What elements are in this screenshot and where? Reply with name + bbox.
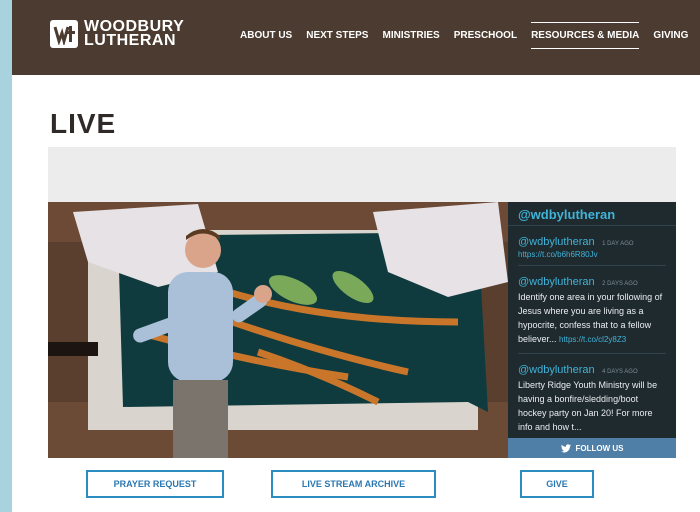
nav-about-us[interactable]: ABOUT US	[240, 30, 292, 41]
logo-icon	[50, 20, 78, 48]
nav-preschool[interactable]: PRESCHOOL	[454, 30, 517, 41]
page: WOODBURY LUTHERAN ABOUT US NEXT STEPS MI…	[12, 0, 700, 512]
give-button[interactable]: GIVE	[520, 470, 594, 498]
tweet-time: 1 DAY AGO	[602, 241, 634, 247]
live-stream-archive-button[interactable]: LIVE STREAM ARCHIVE	[271, 470, 436, 498]
logo-line-2: LUTHERAN	[84, 32, 176, 49]
tweet-user[interactable]: @wdbylutheran	[518, 236, 595, 248]
nav-giving[interactable]: GIVING	[653, 30, 688, 41]
page-title: LIVE	[50, 108, 117, 139]
tweet-list: @wdbylutheran 1 DAY AGO https://t.co/b6h…	[508, 226, 676, 440]
logo-wordmark: WOODBURY LUTHERAN	[84, 19, 184, 49]
video-top-band	[48, 147, 676, 203]
site-logo[interactable]: WOODBURY LUTHERAN	[50, 19, 184, 49]
tweet-time: 2 DAYS AGO	[602, 281, 638, 287]
tweet-link[interactable]: https://t.co/cl2y8Z3	[559, 335, 626, 344]
video-frame	[48, 202, 508, 458]
tweet-link[interactable]: https://t.co/b6h6R80Jv	[518, 250, 666, 259]
follow-us-button[interactable]: FOLLOW US	[508, 438, 676, 458]
site-header: WOODBURY LUTHERAN ABOUT US NEXT STEPS MI…	[12, 0, 700, 75]
tweet-item: @wdbylutheran 1 DAY AGO https://t.co/b6h…	[518, 226, 666, 266]
live-video-player[interactable]	[48, 202, 508, 458]
tweet-user[interactable]: @wdbylutheran	[518, 364, 595, 376]
twitter-bird-icon	[560, 443, 571, 452]
nav-ministries[interactable]: MINISTRIES	[382, 30, 439, 41]
tweet-time: 4 DAYS AGO	[602, 369, 638, 375]
twitter-handle[interactable]: @wdbylutheran	[508, 202, 676, 226]
tweet-text: Liberty Ridge Youth Ministry will be hav…	[518, 380, 658, 432]
nav-next-steps[interactable]: NEXT STEPS	[306, 30, 368, 41]
twitter-widget: @wdbylutheran @wdbylutheran 1 DAY AGO ht…	[508, 202, 676, 458]
tweet-user[interactable]: @wdbylutheran	[518, 276, 595, 288]
prayer-request-button[interactable]: PRAYER REQUEST	[86, 470, 224, 498]
tweet-item: @wdbylutheran 4 DAYS AGO Liberty Ridge Y…	[518, 354, 666, 440]
main-nav: ABOUT US NEXT STEPS MINISTRIES PRESCHOOL…	[240, 22, 700, 49]
nav-resources-media[interactable]: RESOURCES & MEDIA	[531, 22, 640, 49]
tweet-item: @wdbylutheran 2 DAYS AGO Identify one ar…	[518, 266, 666, 354]
follow-us-label: FOLLOW US	[575, 443, 624, 453]
